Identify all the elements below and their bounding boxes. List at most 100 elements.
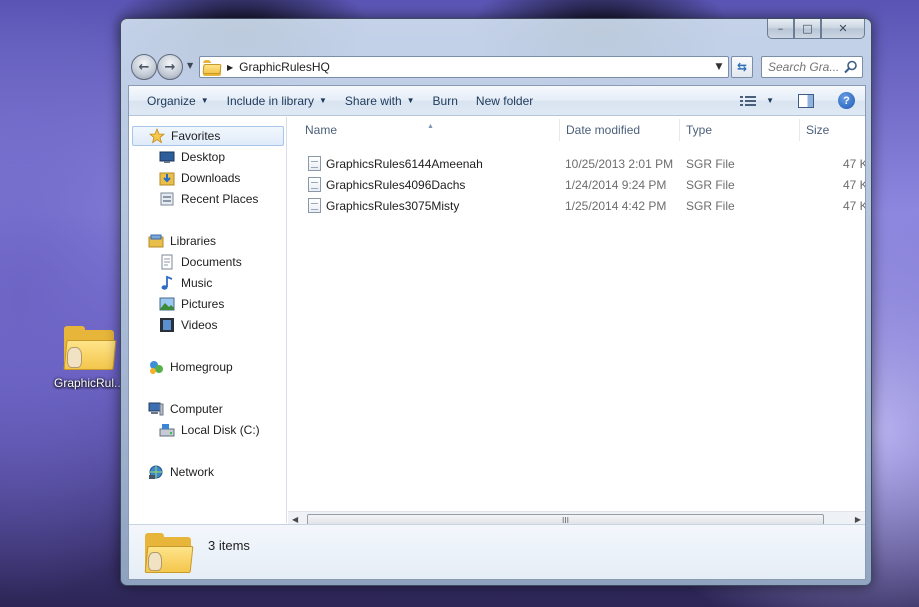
homegroup-icon [148,359,164,375]
search-input[interactable] [768,60,844,74]
share-with-label: Share with [344,93,402,108]
nav-item-computer[interactable]: Computer [148,399,223,419]
column-header-name[interactable]: Name [305,123,337,137]
downloads-icon [159,170,175,186]
file-icon [308,198,321,213]
column-header-type[interactable]: Type [686,123,712,137]
new-folder-button[interactable]: New folder [467,86,542,115]
forward-button[interactable]: → [157,54,183,80]
network-icon [148,464,164,480]
nav-label: Computer [170,402,223,416]
maximize-button[interactable]: □ [794,19,821,39]
file-row[interactable]: GraphicsRules4096Dachs 1/24/2014 9:24 PM… [288,174,865,194]
back-button[interactable]: ← [131,54,157,80]
nav-item-local-disk[interactable]: Local Disk (C:) [159,420,260,440]
folder-icon [144,533,194,573]
nav-label: Libraries [170,234,217,248]
details-pane: 3 items [129,524,865,579]
file-type: SGR File [686,157,735,171]
file-size: 47 K [843,199,865,213]
address-bar[interactable]: ▶ GraphicRulesHQ ▼ [199,56,729,78]
preview-pane-button[interactable] [798,93,814,108]
refresh-button[interactable]: ⇆ [731,56,753,78]
nav-item-downloads[interactable]: Downloads [159,168,240,188]
drive-icon [159,422,175,438]
documents-icon [159,254,175,270]
file-icon [308,156,321,171]
music-icon [159,275,175,291]
nav-label: Recent Places [181,192,259,206]
burn-button[interactable]: Burn [424,86,467,115]
nav-item-pictures[interactable]: Pictures [159,294,224,314]
navigation-bar: ← → ▼ ▶ GraphicRulesHQ ▼ ⇆ [129,52,863,82]
change-view-button[interactable]: ▼ [740,95,774,107]
burn-label: Burn [432,93,458,108]
folder-icon [63,326,117,370]
file-row[interactable]: GraphicsRules3075Misty 1/25/2014 4:42 PM… [288,195,865,215]
file-size: 47 K [843,178,865,192]
file-icon [308,177,321,192]
file-date: 1/25/2014 4:42 PM [565,199,667,213]
pictures-icon [159,296,175,312]
explorer-window: – □ ✕ ← → ▼ ▶ GraphicRulesHQ ▼ ⇆ Search … [120,18,872,586]
chevron-down-icon: ▼ [406,96,415,105]
item-count: 3 items [208,538,250,553]
file-name: GraphicsRules4096Dachs [326,178,466,192]
minimize-button[interactable]: – [767,19,794,39]
chevron-down-icon: ▼ [766,96,774,105]
column-header-date-modified[interactable]: Date modified [566,123,640,137]
include-in-library-button[interactable]: Include in library ▼ [218,86,336,115]
nav-label: Network [170,465,215,479]
nav-item-favorites[interactable]: Favorites [132,126,284,146]
nav-item-libraries[interactable]: Libraries [148,231,216,251]
nav-item-documents[interactable]: Documents [159,252,242,272]
breadcrumb-graphicruleshq[interactable]: GraphicRulesHQ [239,60,330,74]
nav-label: Desktop [181,150,226,164]
nav-item-desktop[interactable]: Desktop [159,147,225,167]
column-headers: ▲ Name Date modified Type Size [288,117,865,141]
nav-item-recent-places[interactable]: Recent Places [159,189,258,209]
nav-item-network[interactable]: Network [148,462,214,482]
breadcrumb-separator[interactable]: ▶ [227,63,233,72]
file-name: GraphicsRules3075Misty [326,199,460,213]
navigation-pane: Favorites Desktop Downloads Recent Place… [129,117,287,523]
views-icon [740,95,757,107]
nav-label: Pictures [181,297,225,311]
nav-label: Downloads [181,171,241,185]
nav-label: Documents [181,255,242,269]
caption-buttons: – □ ✕ [767,19,865,39]
nav-label: Favorites [171,129,221,143]
folder-icon [202,60,222,76]
help-button[interactable]: ? [838,92,855,109]
nav-label: Local Disk (C:) [181,423,260,437]
column-header-size[interactable]: Size [806,123,829,137]
chevron-down-icon: ▼ [200,96,209,105]
chevron-down-icon: ▼ [319,96,327,105]
desktop-icon [159,149,175,165]
star-icon [148,127,166,144]
desktop-folder-icon[interactable]: GraphicRul... [52,326,126,390]
content-frame: Organize ▼ Include in library ▼ Share wi… [128,85,866,580]
file-type: SGR File [686,199,735,213]
recent-places-icon [159,191,175,207]
organize-button[interactable]: Organize ▼ [129,86,218,115]
scroll-left-button[interactable]: ◀ [292,515,298,524]
command-bar: Organize ▼ Include in library ▼ Share wi… [129,86,865,116]
file-row[interactable]: GraphicsRules6144Ameenah 10/25/2013 2:01… [288,153,865,173]
nav-item-videos[interactable]: Videos [159,315,217,335]
sort-indicator-icon: ▲ [427,123,434,130]
recent-pages-dropdown[interactable]: ▼ [187,61,193,70]
file-type: SGR File [686,178,735,192]
file-date: 10/25/2013 2:01 PM [565,157,674,171]
address-dropdown-button[interactable]: ▼ [710,62,728,72]
file-list: ▲ Name Date modified Type Size GraphicsR… [288,117,865,523]
nav-item-music[interactable]: Music [159,273,212,293]
search-box[interactable] [761,56,863,78]
nav-item-homegroup[interactable]: Homegroup [148,357,233,377]
search-icon[interactable] [844,60,858,74]
close-button[interactable]: ✕ [821,19,865,39]
scroll-right-button[interactable]: ▶ [855,515,861,524]
nav-label: Videos [181,318,218,332]
share-with-button[interactable]: Share with ▼ [336,86,424,115]
organize-label: Organize [147,93,196,108]
